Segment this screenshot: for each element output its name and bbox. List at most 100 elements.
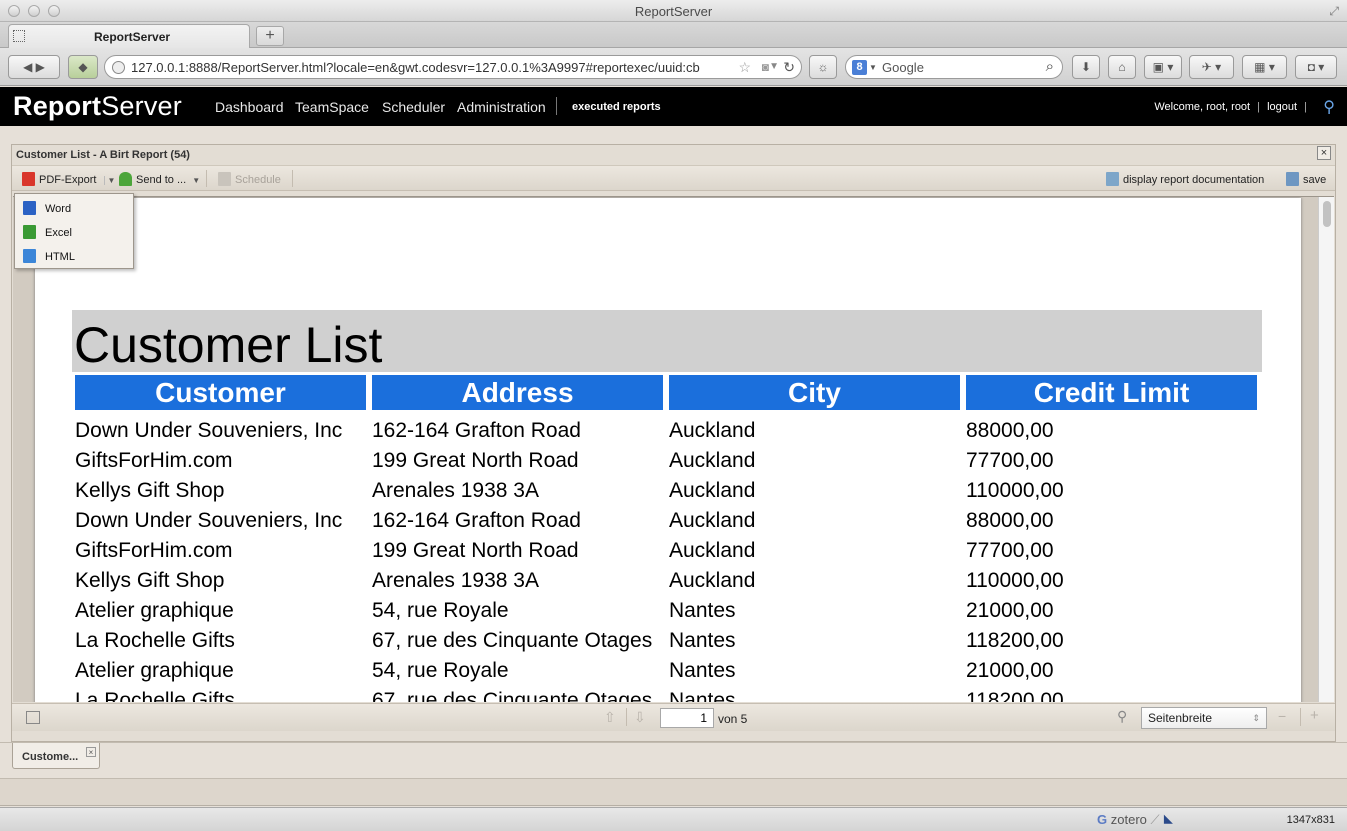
table-row: GiftsForHim.com 199 Great North Road Auc…: [75, 537, 1265, 567]
cell-credit-limit: 21000,00: [966, 659, 1054, 682]
nav-scheduler[interactable]: Scheduler: [382, 99, 445, 115]
scrollbar-thumb[interactable]: [1323, 201, 1331, 227]
next-page-icon[interactable]: ⇩: [634, 709, 646, 726]
pocket-icon[interactable]: ◙: [762, 60, 769, 74]
pdf-export-button[interactable]: PDF-Export ▼: [22, 172, 116, 186]
cell-credit-limit: 88000,00: [966, 419, 1054, 442]
column-header-credit-limit: Credit Limit: [966, 375, 1257, 410]
search-bar[interactable]: 8 ▼ Google ⌕: [845, 55, 1063, 79]
menu-item-html[interactable]: HTML: [15, 244, 133, 268]
menu-item-word[interactable]: Word: [15, 196, 133, 220]
url-history-dropdown-icon[interactable]: ▼: [769, 61, 779, 72]
close-panel-button[interactable]: ×: [1317, 146, 1331, 160]
cell-customer: Down Under Souveniers, Inc: [75, 509, 343, 532]
toolbar-divider: [292, 170, 293, 187]
toolbar-divider: [206, 170, 207, 187]
menu-item-excel[interactable]: Excel: [15, 220, 133, 244]
display-documentation-button[interactable]: display report documentation: [1106, 172, 1264, 186]
search-input[interactable]: Google: [882, 60, 924, 75]
search-engine-dropdown-icon[interactable]: ▼: [869, 63, 877, 72]
search-icon[interactable]: ⌕: [1046, 58, 1054, 75]
cell-customer: Atelier graphique: [75, 599, 234, 622]
back-forward-buttons[interactable]: ◀ ▶: [8, 55, 60, 79]
url-text[interactable]: 127.0.0.1:8888/ReportServer.html?locale=…: [131, 60, 716, 75]
cell-customer: GiftsForHim.com: [75, 539, 233, 562]
zoom-out-icon[interactable]: −: [1278, 708, 1286, 724]
addon-icon[interactable]: ☼: [809, 55, 837, 79]
reload-icon[interactable]: ↻: [783, 59, 795, 76]
home-bookmark-icon[interactable]: ◆: [68, 55, 98, 79]
screenshot-icon[interactable]: ▣ ▾: [1144, 55, 1182, 79]
cell-address: 162-164 Grafton Road: [372, 419, 581, 442]
report-toolbar: PDF-Export ▼ Send to ... ▼ Schedule disp…: [12, 165, 1335, 191]
logout-link[interactable]: logout: [1267, 101, 1297, 113]
search-engine-icon[interactable]: 8: [852, 60, 867, 75]
cell-credit-limit: 118200,00: [966, 689, 1064, 702]
column-header-address: Address: [372, 375, 663, 410]
cell-customer: Kellys Gift Shop: [75, 569, 225, 592]
schedule-button[interactable]: Schedule: [218, 172, 281, 186]
previous-page-icon[interactable]: ⇧: [604, 709, 616, 726]
cell-city: Auckland: [669, 419, 756, 442]
export-dropdown-icon[interactable]: ▼: [103, 176, 116, 185]
zotero-addon[interactable]: G zotero ⟋ ◣: [1097, 812, 1174, 828]
window-titlebar: ReportServer ⤢: [0, 0, 1347, 22]
save-button[interactable]: save: [1286, 172, 1326, 186]
save-icon: [1286, 172, 1299, 186]
send-to-dropdown-icon[interactable]: ▼: [192, 176, 200, 185]
downloads-icon[interactable]: ⬇: [1072, 55, 1100, 79]
column-header-customer: Customer: [75, 375, 366, 410]
cell-customer: Down Under Souveniers, Inc: [75, 419, 343, 442]
page-number-input[interactable]: 1: [660, 708, 714, 728]
cell-address: Arenales 1938 3A: [372, 569, 539, 592]
zoom-in-icon[interactable]: +: [1310, 707, 1319, 724]
report-title-band: Customer List: [72, 310, 1262, 373]
table-row: Down Under Souveniers, Inc 162-164 Graft…: [75, 507, 1265, 537]
nav-dashboard[interactable]: Dashboard: [215, 99, 284, 115]
global-search-icon[interactable]: ⚲: [1323, 97, 1335, 117]
send-to-button[interactable]: Send to ... ▼: [119, 172, 200, 186]
cell-address: 54, rue Royale: [372, 599, 509, 622]
cell-address: 199 Great North Road: [372, 539, 579, 562]
table-row: GiftsForHim.com 199 Great North Road Auc…: [75, 447, 1265, 477]
column-header-city: City: [669, 375, 960, 410]
report-panel: Customer List - A Birt Report (54) × PDF…: [11, 144, 1336, 742]
table-row: La Rochelle Gifts 67, rue des Cinquante …: [75, 627, 1265, 657]
nav-administration[interactable]: Administration: [457, 99, 546, 115]
report-tab[interactable]: Custome... ×: [12, 743, 100, 769]
close-tab-icon[interactable]: ×: [86, 747, 96, 757]
cell-city: Auckland: [669, 539, 756, 562]
extension-icon[interactable]: ✈ ▾: [1189, 55, 1234, 79]
table-row: La Rochelle Gifts 67, rue des Cinquante …: [75, 687, 1265, 702]
cell-credit-limit: 118200,00: [966, 629, 1064, 652]
cell-city: Nantes: [669, 599, 736, 622]
zoom-select[interactable]: Seitenbreite ⇕: [1141, 707, 1267, 729]
table-row: Atelier graphique 54, rue Royale Nantes …: [75, 657, 1265, 687]
fullscreen-icon[interactable]: ⤢: [1329, 4, 1339, 19]
bookmark-star-icon[interactable]: ☆: [738, 59, 751, 76]
pocket-status-icon[interactable]: ◣: [1163, 812, 1173, 827]
browser-tab[interactable]: ReportServer: [8, 24, 250, 48]
site-identity-icon[interactable]: [112, 61, 125, 74]
reportserver-logo: ReportServer: [13, 91, 182, 121]
report-tabbar: Custome... ×: [0, 742, 1347, 772]
cell-customer: Atelier graphique: [75, 659, 234, 682]
zoom-icon[interactable]: ⚲: [1117, 708, 1127, 725]
pager-divider: [626, 708, 627, 726]
toggle-sidebar-icon[interactable]: [26, 711, 40, 724]
home-icon[interactable]: ⌂: [1108, 55, 1136, 79]
cell-city: Auckland: [669, 509, 756, 532]
report-scrollbar[interactable]: [1318, 197, 1334, 702]
fpw-extension-icon[interactable]: ▦ ▾: [1242, 55, 1287, 79]
new-tab-button[interactable]: +: [256, 26, 284, 46]
nav-executed-reports[interactable]: executed reports: [572, 101, 661, 113]
report-viewport[interactable]: Customer List Customer Address City Cred…: [13, 196, 1334, 702]
cell-customer: Kellys Gift Shop: [75, 479, 225, 502]
url-bar[interactable]: 127.0.0.1:8888/ReportServer.html?locale=…: [104, 55, 802, 79]
cell-city: Auckland: [669, 449, 756, 472]
zotero-save-icon[interactable]: ⟋: [1151, 812, 1160, 827]
page-favicon-icon: [13, 30, 25, 42]
nav-teamspace[interactable]: TeamSpace: [295, 99, 369, 115]
send-to-icon: [119, 172, 132, 186]
pocket-menu-icon[interactable]: ◘ ▾: [1295, 55, 1337, 79]
